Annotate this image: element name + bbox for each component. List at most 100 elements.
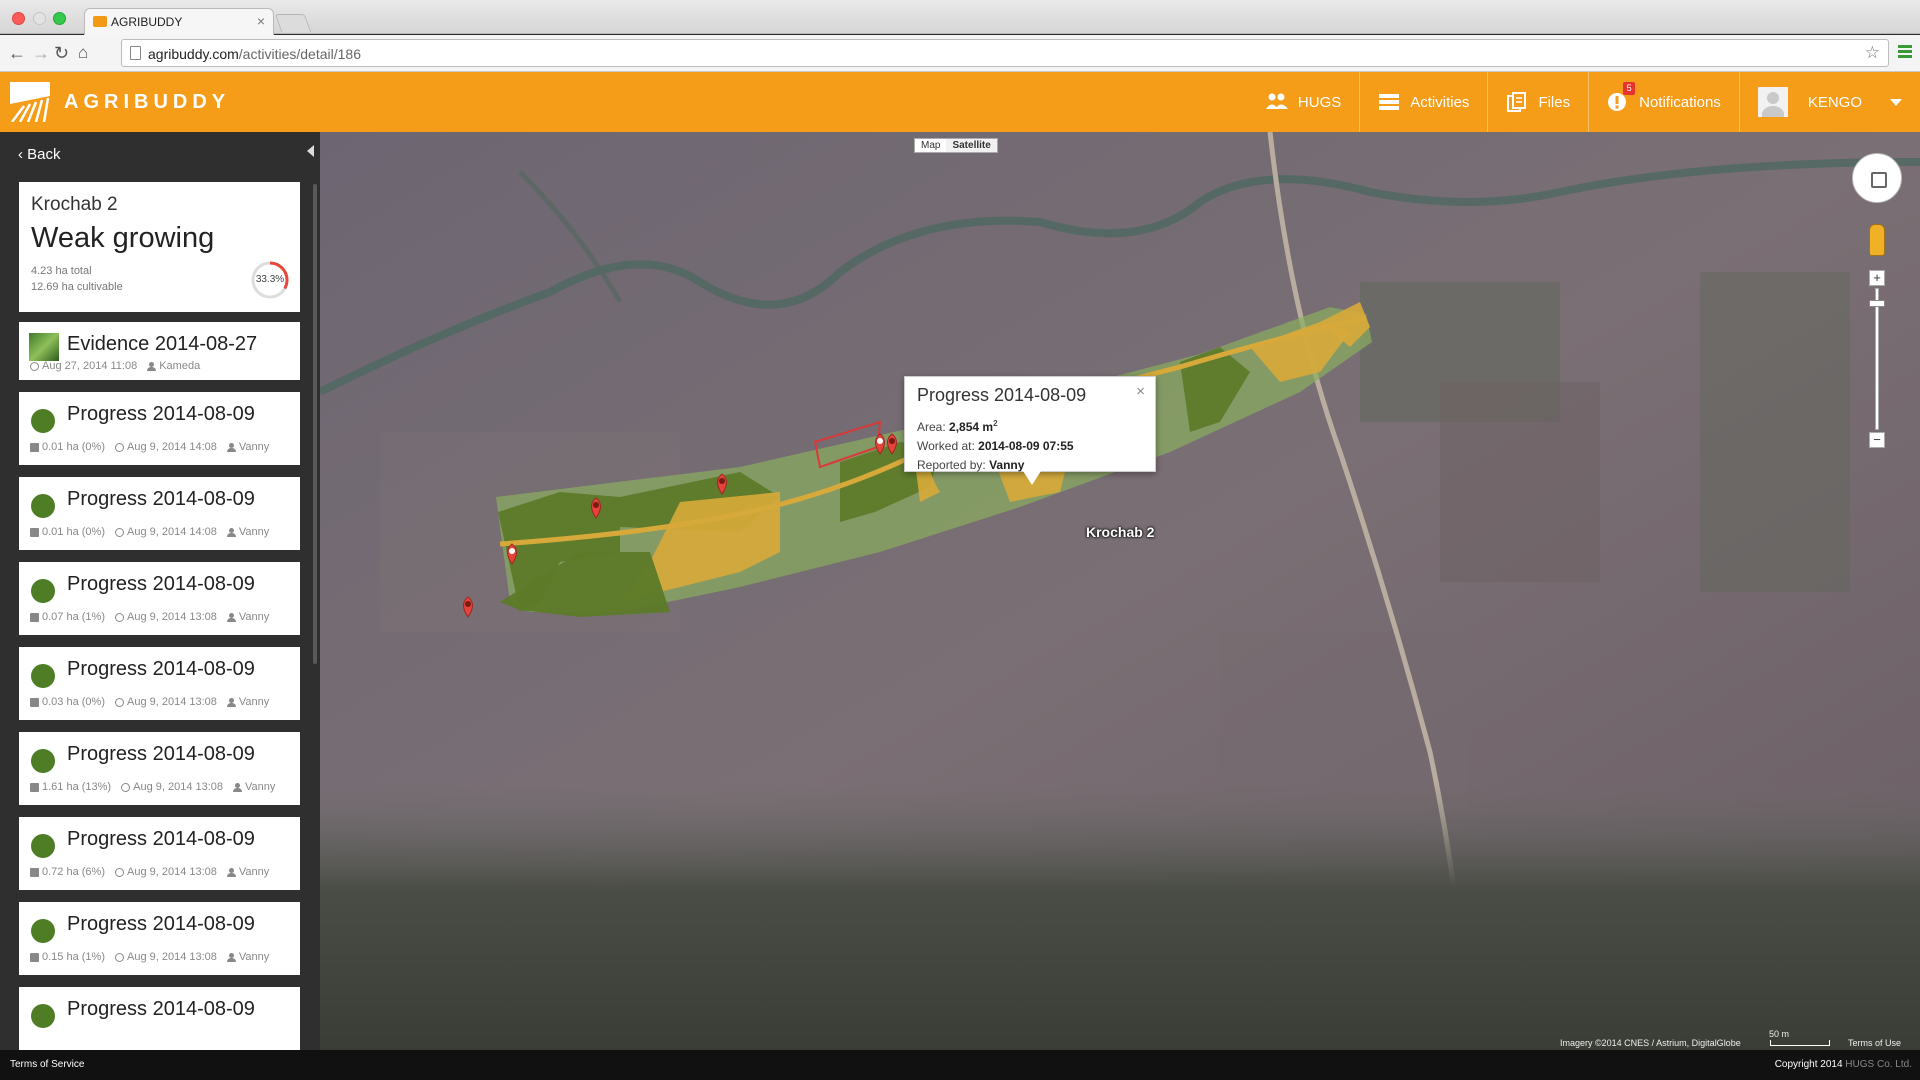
copyright-text: Copyright 2014 bbox=[1774, 1059, 1843, 1070]
url-host: agribuddy.com bbox=[148, 46, 239, 62]
progress-dot-icon bbox=[31, 749, 55, 773]
evidence-card[interactable]: Evidence 2014-08-27 Aug 27, 2014 11:08 K… bbox=[19, 322, 300, 380]
sidebar: ‹ Back Krochab 2 Weak growing 4.23 ha to… bbox=[0, 132, 320, 1050]
url-text[interactable]: agribuddy.com/activities/detail/186 bbox=[148, 46, 361, 62]
area-icon bbox=[30, 782, 39, 792]
field-summary-card[interactable]: Krochab 2 Weak growing 4.23 ha total 12.… bbox=[19, 182, 300, 312]
evidence-user: Kameda bbox=[159, 360, 201, 372]
activity-user: Vanny bbox=[238, 611, 270, 623]
nav-activities-label: Activities bbox=[1410, 93, 1470, 111]
activity-user: Vanny bbox=[238, 696, 270, 708]
address-bar[interactable]: agribuddy.com/activities/detail/186 ☆ bbox=[121, 39, 1889, 67]
browser-menu-icon[interactable] bbox=[1898, 45, 1912, 59]
zoom-in-button[interactable]: + bbox=[1869, 270, 1885, 286]
clock-icon bbox=[114, 442, 124, 452]
evidence-time: Aug 27, 2014 11:08 bbox=[42, 360, 138, 372]
clock-icon bbox=[114, 612, 124, 622]
window-close-button[interactable] bbox=[12, 12, 25, 25]
forward-arrow-icon[interactable]: → bbox=[32, 43, 50, 63]
area-icon bbox=[30, 612, 39, 622]
copyright: Copyright 2014 HUGS Co. Ltd. bbox=[1775, 1059, 1912, 1070]
activity-area: 0.07 ha (1%) bbox=[42, 611, 105, 623]
map-type-map-button[interactable]: Map bbox=[915, 139, 946, 152]
map-view[interactable]: Map Satellite + − Progress 2014-08-09 × … bbox=[320, 132, 1920, 1050]
activity-user: Vanny bbox=[245, 781, 276, 793]
bookmark-star-icon[interactable]: ☆ bbox=[1865, 43, 1880, 63]
user-icon bbox=[233, 782, 243, 792]
map-scale-label: 50 m bbox=[1769, 1029, 1790, 1039]
street-view-pegman-icon[interactable] bbox=[1869, 224, 1885, 256]
nav-activities[interactable]: Activities bbox=[1359, 72, 1487, 132]
brand-name[interactable]: AGRIBUDDY bbox=[64, 91, 230, 114]
activity-meta: 1.61 ha (13%) Aug 9, 2014 13:08 Vanny bbox=[30, 781, 275, 793]
progress-percent: 33.3% bbox=[255, 274, 285, 285]
home-icon[interactable]: ⌂ bbox=[78, 43, 88, 63]
progress-dot-icon bbox=[31, 834, 55, 858]
info-area-value: 2,854 m bbox=[949, 420, 994, 434]
activity-card[interactable]: Progress 2014-08-09 1.61 ha (13%) Aug 9,… bbox=[19, 732, 300, 805]
browser-titlebar: AGRIBUDDY × bbox=[0, 0, 1920, 35]
files-icon bbox=[1507, 92, 1527, 112]
activity-time: Aug 9, 2014 13:08 bbox=[126, 611, 217, 623]
area-icon bbox=[30, 442, 39, 452]
nav-notifications-label: Notifications bbox=[1639, 93, 1721, 111]
activity-area: 0.03 ha (0%) bbox=[42, 696, 105, 708]
activity-card[interactable]: Progress 2014-08-09 0.72 ha (6%) Aug 9, … bbox=[19, 817, 300, 890]
tab-close-icon[interactable]: × bbox=[257, 13, 265, 29]
info-worked-label: Worked at: bbox=[917, 439, 975, 453]
terms-of-service-link[interactable]: Terms of Service bbox=[10, 1059, 84, 1070]
zoom-out-button[interactable]: − bbox=[1869, 432, 1885, 448]
window-minimize-button[interactable] bbox=[33, 12, 46, 25]
activity-time: Aug 9, 2014 13:08 bbox=[126, 866, 217, 878]
page-icon bbox=[130, 46, 141, 60]
activity-meta: 0.07 ha (1%) Aug 9, 2014 13:08 Vanny bbox=[30, 611, 269, 623]
agribuddy-logo-icon[interactable] bbox=[10, 82, 50, 122]
activity-title: Progress 2014-08-09 bbox=[67, 488, 255, 510]
sidebar-scrollbar[interactable] bbox=[313, 184, 317, 664]
collapse-sidebar-icon[interactable] bbox=[307, 145, 314, 157]
user-icon bbox=[226, 612, 236, 622]
zoom-slider-handle[interactable] bbox=[1869, 300, 1885, 307]
activity-title: Progress 2014-08-09 bbox=[67, 998, 255, 1020]
activity-card[interactable]: Progress 2014-08-09 bbox=[19, 987, 300, 1050]
map-terms-link[interactable]: Terms of Use bbox=[1848, 1038, 1901, 1048]
nav-user-menu[interactable]: KENGO bbox=[1738, 72, 1920, 132]
clock-icon bbox=[121, 782, 131, 792]
activity-meta: 0.72 ha (6%) Aug 9, 2014 13:08 Vanny bbox=[30, 866, 269, 878]
back-button[interactable]: ‹ Back bbox=[18, 146, 61, 163]
pan-control-icon[interactable] bbox=[1852, 153, 1902, 203]
nav-hugs[interactable]: HUGS bbox=[1248, 72, 1359, 132]
activity-title: Progress 2014-08-09 bbox=[67, 913, 255, 935]
clock-icon bbox=[114, 952, 124, 962]
activity-user: Vanny bbox=[238, 441, 270, 453]
activity-card[interactable]: Progress 2014-08-09 0.15 ha (1%) Aug 9, … bbox=[19, 902, 300, 975]
reload-icon[interactable]: ↻ bbox=[54, 43, 69, 63]
activity-card[interactable]: Progress 2014-08-09 0.03 ha (0%) Aug 9, … bbox=[19, 647, 300, 720]
activity-title: Progress 2014-08-09 bbox=[67, 403, 255, 425]
back-arrow-icon[interactable]: ← bbox=[8, 43, 26, 63]
user-icon bbox=[226, 527, 236, 537]
activity-card[interactable]: Progress 2014-08-09 0.01 ha (0%) Aug 9, … bbox=[19, 392, 300, 465]
user-icon bbox=[226, 697, 236, 707]
nav-notifications[interactable]: 5 Notifications bbox=[1588, 72, 1739, 132]
info-reporter-value: Vanny bbox=[989, 458, 1025, 472]
info-area-label: Area: bbox=[917, 420, 946, 434]
info-reporter-row: Reported by: Vanny bbox=[917, 456, 1143, 475]
progress-ring: 33.3% bbox=[250, 260, 290, 300]
activity-title: Progress 2014-08-09 bbox=[67, 573, 255, 595]
nav-files[interactable]: Files bbox=[1487, 72, 1588, 132]
zoom-slider-track[interactable] bbox=[1875, 288, 1879, 430]
browser-toolbar: ← → ↻ ⌂ agribuddy.com/activities/detail/… bbox=[0, 35, 1920, 72]
close-icon[interactable]: × bbox=[1136, 383, 1145, 400]
tab-title: AGRIBUDDY bbox=[111, 15, 183, 29]
activity-card[interactable]: Progress 2014-08-09 0.01 ha (0%) Aug 9, … bbox=[19, 477, 300, 550]
favicon-icon bbox=[93, 16, 107, 27]
activity-area: 0.72 ha (6%) bbox=[42, 866, 105, 878]
alert-icon bbox=[1608, 93, 1627, 111]
browser-tab[interactable]: AGRIBUDDY × bbox=[84, 8, 274, 35]
map-type-satellite-button[interactable]: Satellite bbox=[946, 139, 997, 152]
clock-icon bbox=[30, 361, 39, 371]
activity-card[interactable]: Progress 2014-08-09 0.07 ha (1%) Aug 9, … bbox=[19, 562, 300, 635]
new-tab-button[interactable] bbox=[274, 14, 312, 32]
window-maximize-button[interactable] bbox=[53, 12, 66, 25]
